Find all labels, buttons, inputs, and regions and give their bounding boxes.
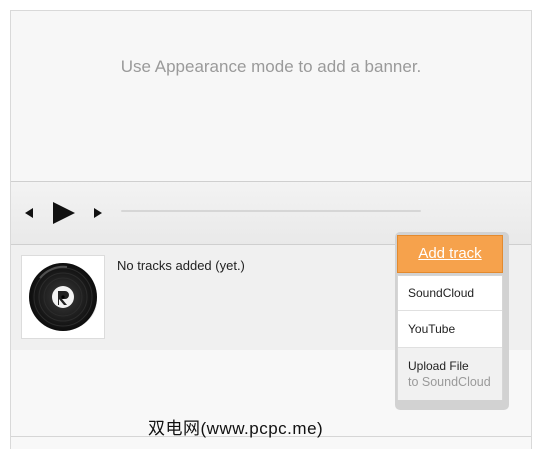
vinyl-record-icon xyxy=(21,255,105,339)
progress-bar[interactable] xyxy=(121,210,421,212)
previous-icon[interactable] xyxy=(25,208,33,218)
add-track-menu: SoundCloud YouTube Upload File to SoundC… xyxy=(397,275,503,400)
empty-tracks-message: No tracks added (yet.) xyxy=(117,258,245,273)
watermark-text: 双电网(www.pcpc.me) xyxy=(148,419,324,438)
upload-file-label: Upload File xyxy=(408,359,469,373)
add-track-label: Add track xyxy=(418,245,482,262)
menu-item-soundcloud[interactable]: SoundCloud xyxy=(398,276,502,311)
play-icon[interactable] xyxy=(53,202,75,224)
upload-file-sublabel: to SoundCloud xyxy=(408,375,491,389)
menu-item-youtube[interactable]: YouTube xyxy=(398,311,502,348)
next-icon[interactable] xyxy=(94,208,102,218)
banner-placeholder-text: Use Appearance mode to add a banner. xyxy=(120,57,422,76)
menu-item-upload-file[interactable]: Upload File to SoundCloud xyxy=(398,348,502,400)
add-track-button[interactable]: Add track xyxy=(397,235,503,273)
banner-area: Use Appearance mode to add a banner. xyxy=(11,11,531,181)
add-track-dropdown: Add track SoundCloud YouTube Upload File… xyxy=(395,232,509,410)
